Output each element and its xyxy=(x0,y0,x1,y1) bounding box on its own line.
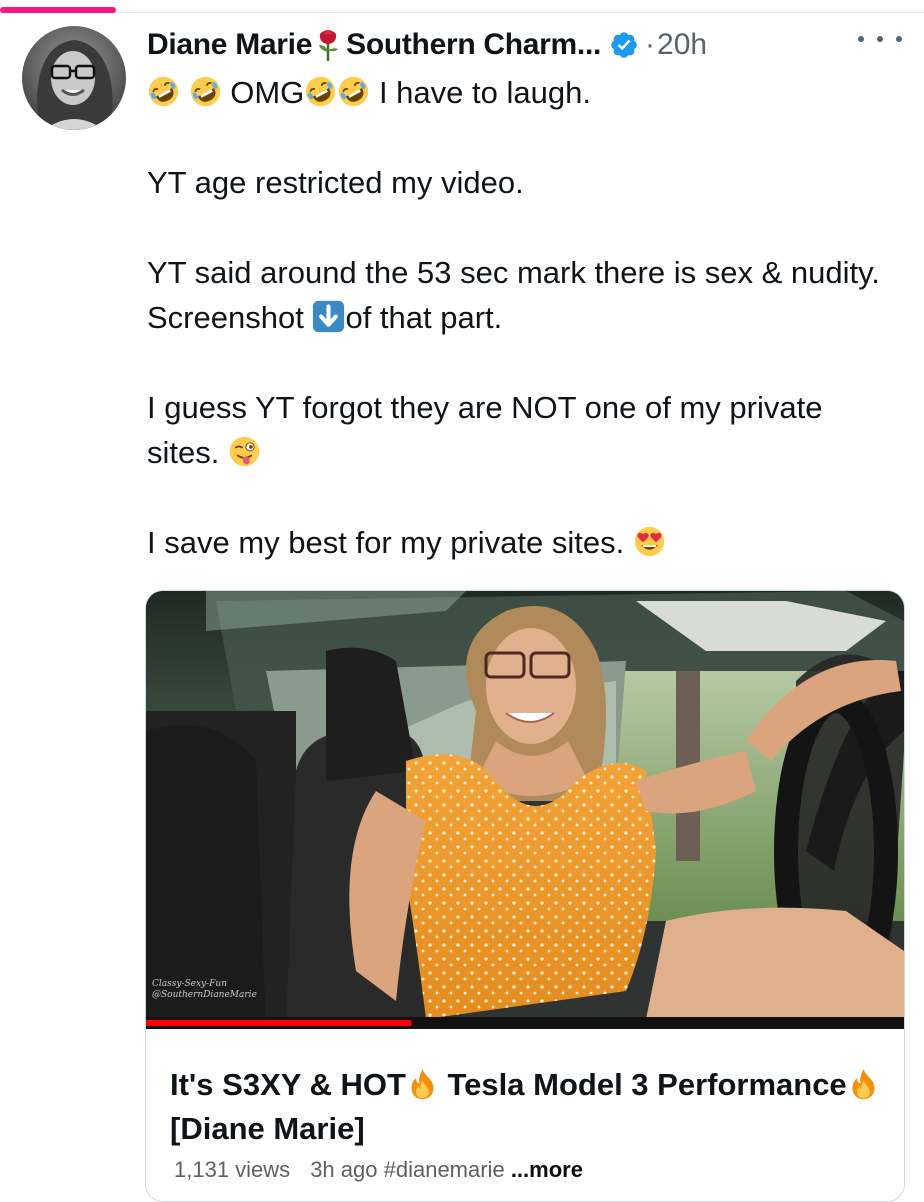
tweet-line-1: OMG I have to laugh. xyxy=(147,70,897,115)
rolling-laughing-emoji xyxy=(304,75,337,108)
post-header: Diane Marie Southern Charm... · 20h xyxy=(147,20,904,70)
tab-indicator xyxy=(0,7,116,13)
author-display-suffix[interactable]: Southern Charm... xyxy=(346,28,601,62)
video-watermark: Classy-Sexy-Fun @SouthernDianeMarie xyxy=(152,979,257,1001)
author-name[interactable]: Diane Marie xyxy=(147,28,312,62)
video-info: It's S3XY & HOT Tesla Model 3 Performanc… xyxy=(146,1029,904,1201)
video-title[interactable]: It's S3XY & HOT Tesla Model 3 Performanc… xyxy=(170,1063,890,1151)
winking-tongue-emoji xyxy=(228,435,261,468)
rolling-laughing-emoji xyxy=(147,75,180,108)
media-card[interactable]: Classy-Sexy-Fun @SouthernDianeMarie It's… xyxy=(145,590,905,1202)
hashtag-link[interactable]: #dianemarie xyxy=(384,1157,505,1182)
heart-eyes-emoji xyxy=(633,525,666,558)
video-meta: 1,131 views 3h ago #dianemarie ...more xyxy=(174,1157,583,1183)
tweet-paragraph-3: YT said around the 53 sec mark there is … xyxy=(147,250,897,340)
tweet-paragraph-2: YT age restricted my video. xyxy=(147,165,524,200)
more-options-icon[interactable] xyxy=(858,28,902,50)
video-title-part-1: It's S3XY & HOT xyxy=(170,1067,406,1102)
separator-dot: · xyxy=(645,28,656,61)
fire-emoji xyxy=(847,1067,880,1100)
tweet-paragraph-4: I guess YT forgot they are NOT one of my… xyxy=(147,385,897,475)
tweet-paragraph-3-end: of that part. xyxy=(345,300,503,335)
top-divider xyxy=(0,12,924,13)
fire-emoji xyxy=(406,1067,439,1100)
rose-icon xyxy=(319,30,339,61)
video-title-part-2: Tesla Model 3 Performance xyxy=(447,1067,847,1102)
tweet-text: OMG I have to laugh. YT age restricted m… xyxy=(147,70,897,565)
down-arrow-emoji xyxy=(312,300,345,333)
rolling-laughing-emoji xyxy=(189,75,222,108)
video-screenshot[interactable]: Classy-Sexy-Fun @SouthernDianeMarie xyxy=(146,591,904,1029)
video-progress-bar xyxy=(146,1020,412,1026)
post-time[interactable]: 20h xyxy=(657,28,707,62)
avatar[interactable] xyxy=(22,26,126,130)
upload-age: 3h ago xyxy=(310,1157,378,1182)
watermark-line-2: @SouthernDianeMarie xyxy=(152,990,257,1000)
laugh-text: I have to laugh. xyxy=(378,75,591,110)
watermark-line-1: Classy-Sexy-Fun xyxy=(152,979,228,989)
rolling-laughing-emoji xyxy=(337,75,370,108)
view-count: 1,131 views xyxy=(174,1157,291,1182)
video-title-part-3: [Diane Marie] xyxy=(170,1111,365,1146)
tweet-paragraph-3-text: YT said around the 53 sec mark there is … xyxy=(147,255,880,335)
verified-badge-icon xyxy=(611,32,637,58)
omg-text: OMG xyxy=(230,75,305,110)
more-description-link[interactable]: ...more xyxy=(511,1157,583,1182)
tweet-paragraph-5-text: I save my best for my private sites. xyxy=(147,525,625,560)
tweet-paragraph-5: I save my best for my private sites. xyxy=(147,520,897,565)
